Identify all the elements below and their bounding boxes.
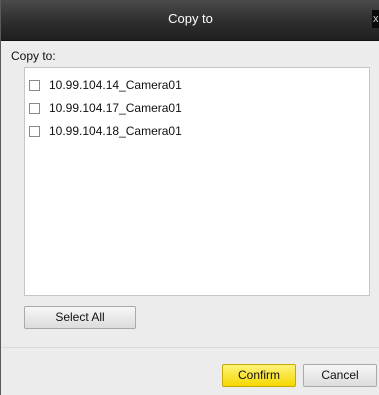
dialog-title: Copy to bbox=[168, 11, 213, 26]
footer-divider bbox=[1, 347, 379, 348]
camera-label: 10.99.104.18_Camera01 bbox=[49, 124, 182, 138]
checkbox[interactable] bbox=[29, 125, 40, 137]
checkbox[interactable] bbox=[29, 102, 40, 114]
dialog-titlebar: Copy to x bbox=[1, 0, 379, 41]
copy-to-label: Copy to: bbox=[11, 49, 56, 63]
select-all-button[interactable]: Select All bbox=[24, 306, 136, 329]
camera-list: 10.99.104.14_Camera01 10.99.104.17_Camer… bbox=[24, 67, 370, 296]
confirm-button[interactable]: Confirm bbox=[222, 364, 296, 387]
list-item[interactable]: 10.99.104.17_Camera01 bbox=[29, 97, 182, 119]
list-item[interactable]: 10.99.104.14_Camera01 bbox=[29, 74, 182, 96]
cancel-button[interactable]: Cancel bbox=[303, 364, 377, 387]
list-item[interactable]: 10.99.104.18_Camera01 bbox=[29, 120, 182, 142]
checkbox[interactable] bbox=[29, 79, 40, 91]
camera-label: 10.99.104.17_Camera01 bbox=[49, 101, 182, 115]
camera-label: 10.99.104.14_Camera01 bbox=[49, 78, 182, 92]
close-icon[interactable]: x bbox=[372, 10, 379, 28]
copy-to-dialog: Copy to x Copy to: 10.99.104.14_Camera01… bbox=[0, 0, 379, 395]
